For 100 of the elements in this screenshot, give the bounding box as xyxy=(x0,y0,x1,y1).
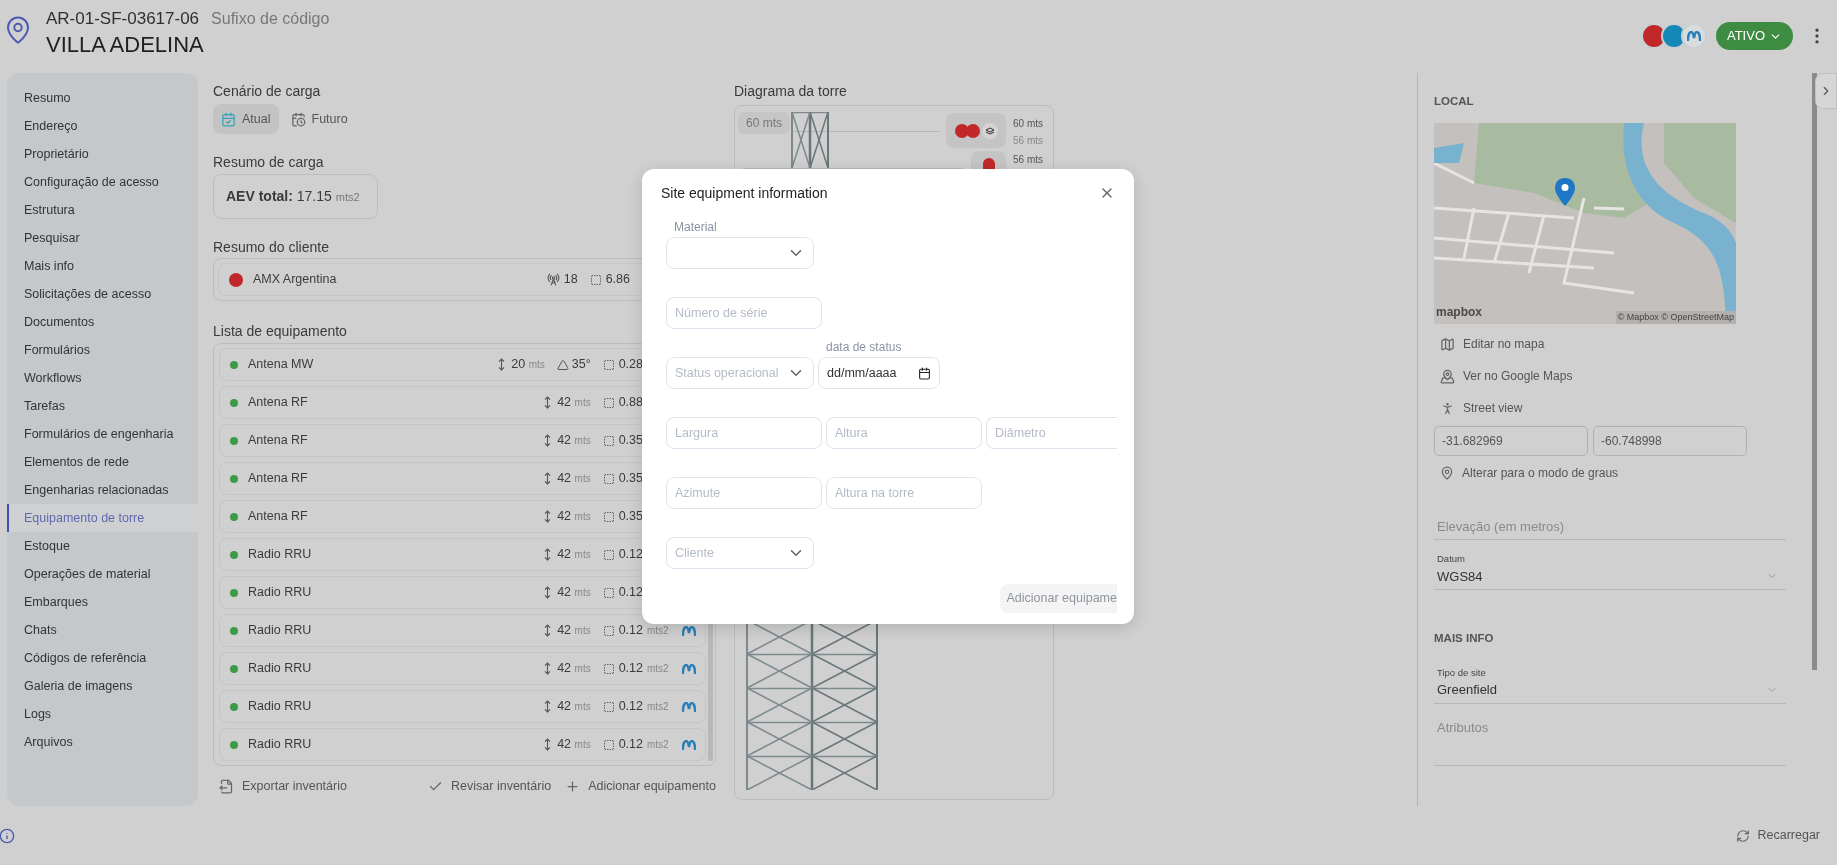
sidebar-item[interactable]: Elementos de rede xyxy=(7,448,198,476)
area-icon xyxy=(602,472,615,485)
degrees-mode-link[interactable]: Alterar para o modo de graus xyxy=(1434,464,1786,483)
scrollbar[interactable] xyxy=(1812,73,1817,670)
area-unit: mts2 xyxy=(647,738,669,752)
area-icon xyxy=(602,624,615,637)
sidebar-item[interactable]: Formulários xyxy=(7,336,198,364)
area-icon xyxy=(602,434,615,447)
section-title: Diagrama da torre xyxy=(734,82,848,99)
client-logo-icon xyxy=(966,123,980,138)
area-value: 0.12 xyxy=(618,584,643,602)
list-action-button[interactable]: Adicionar equipamento xyxy=(565,776,716,796)
sidebar-item[interactable]: Estoque xyxy=(7,532,198,560)
sidebar-item[interactable]: Galeria de imagens xyxy=(7,672,198,700)
equipment-name: Antena RF xyxy=(248,508,308,526)
reload-button[interactable]: Recarregar xyxy=(1736,826,1820,845)
aev-total-text: AEV total: 17.15 mts2 xyxy=(226,187,360,206)
height-value: 42 mts xyxy=(557,470,591,488)
sidebar-item[interactable]: Engenharias relacionadas xyxy=(7,476,198,504)
sidebar-item[interactable]: Estrutura xyxy=(7,196,198,224)
level-height-label: 56 mts xyxy=(1013,153,1043,167)
site-title: VILLA ADELINA xyxy=(46,31,205,58)
map-link[interactable]: Editar no mapa xyxy=(1434,328,1786,361)
field-label: data de status xyxy=(825,340,902,354)
area-value: 0.12 xyxy=(618,698,643,716)
height-value: 42 mts xyxy=(557,394,591,412)
client-logo-icon xyxy=(229,272,243,287)
sidebar-item[interactable]: Operações de material xyxy=(7,560,198,588)
antenna-icon xyxy=(546,273,560,286)
equipment-row[interactable]: Radio RRU 42 mts 0.12 mts2 xyxy=(219,728,706,761)
sidebar-item[interactable]: Documentos xyxy=(7,308,198,336)
layers-icon xyxy=(982,122,998,139)
calendar-icon xyxy=(290,111,306,127)
height-value: 42 mts xyxy=(557,698,591,716)
collapse-panel-button[interactable] xyxy=(1815,73,1837,109)
area-unit: mts2 xyxy=(647,662,669,676)
section-title: Lista de equipamento xyxy=(213,322,348,339)
calendar-icon xyxy=(918,366,931,380)
equipment-row[interactable]: Radio RRU 42 mts 0.12 mts2 xyxy=(219,652,706,685)
map-panel[interactable]: mapbox © Mapbox © OpenStreetMap xyxy=(1434,123,1736,325)
latitude-field[interactable]: -31.682969 xyxy=(1434,426,1588,457)
area-value: 0.12 xyxy=(618,660,643,678)
area-icon xyxy=(602,548,615,561)
antenna-count: 18 xyxy=(563,271,578,289)
info-icon[interactable] xyxy=(0,827,15,844)
export-icon xyxy=(219,778,234,794)
map-pin-icon xyxy=(1440,368,1455,384)
sidebar-item[interactable]: Formulários de engenharia xyxy=(7,420,198,448)
equipment-row[interactable]: Radio RRU 42 mts 0.12 mts2 xyxy=(219,690,706,723)
datum-select[interactable]: Datum WGS84 xyxy=(1434,552,1786,591)
equipment-name: Antena MW xyxy=(248,356,314,374)
sidebar-item[interactable]: Workflows xyxy=(7,364,198,392)
height-chip: 60 mts xyxy=(738,112,790,134)
refresh-icon[interactable] xyxy=(1736,828,1751,843)
height-value: 42 mts xyxy=(557,432,591,450)
area-icon xyxy=(602,738,615,751)
sidebar-item[interactable]: Tarefas xyxy=(7,392,198,420)
area-value: 0.35 xyxy=(618,432,643,450)
list-action-button[interactable]: Exportar inventário xyxy=(219,776,347,796)
scenario-tab[interactable]: Atual xyxy=(213,104,279,134)
height-value: 42 mts xyxy=(557,660,591,678)
sidebar-item[interactable]: Arquivos xyxy=(7,728,198,756)
area-icon xyxy=(589,273,602,286)
area-value: 6.86 xyxy=(605,271,630,289)
area-value: 0.88 xyxy=(618,394,643,412)
status-dropdown[interactable]: ATIVO xyxy=(1715,22,1793,50)
sidebar-item[interactable]: Pesquisar xyxy=(7,224,198,252)
sidebar-item[interactable]: Logs xyxy=(7,700,198,728)
sidebar-item[interactable]: Chats xyxy=(7,616,198,644)
dialog-title: Site equipment information xyxy=(661,183,828,203)
equipment-name: Antena RF xyxy=(248,432,308,450)
sidebar-item[interactable]: Configuração de acesso xyxy=(7,168,198,196)
list-action-button[interactable]: Revisar inventário xyxy=(428,776,552,796)
sidebar-item[interactable]: Proprietário xyxy=(7,140,198,168)
sidebar-item[interactable]: Solicitações de acesso xyxy=(7,280,198,308)
height-value: 20 mts xyxy=(511,356,545,374)
sidebar-item[interactable]: Endereço xyxy=(7,112,198,140)
select-field[interactable] xyxy=(666,237,814,269)
equipment-name: Radio RRU xyxy=(248,736,312,754)
site-code: AR-01-SF-03617-06 xyxy=(46,8,200,30)
sidebar-item[interactable]: Códigos de referência xyxy=(7,644,198,672)
map-logo: mapbox xyxy=(1436,304,1482,322)
date-field[interactable]: dd/mm/aaaa xyxy=(818,357,940,389)
equipment-bubble[interactable] xyxy=(971,151,1006,169)
map-link[interactable]: Street view xyxy=(1434,392,1786,425)
area-unit: mts2 xyxy=(647,700,669,714)
sidebar-item[interactable]: Embarques xyxy=(7,588,198,616)
map-link[interactable]: Ver no Google Maps xyxy=(1434,360,1786,393)
site-type-select[interactable]: Tipo de site Greenfield xyxy=(1434,665,1786,704)
scenario-tab[interactable]: Futuro xyxy=(282,104,356,134)
equipment-bubble[interactable] xyxy=(946,113,1006,148)
area-icon xyxy=(602,662,615,675)
calendar-icon xyxy=(221,111,236,127)
client-name: AMX Argentina xyxy=(253,271,337,289)
sidebar-item[interactable]: Resumo xyxy=(7,84,198,112)
height-value: 42 mts xyxy=(557,584,591,602)
longitude-field[interactable]: -60.748998 xyxy=(1593,426,1747,457)
plus-icon xyxy=(565,778,581,794)
sidebar-item[interactable]: Mais info xyxy=(7,252,198,280)
height-value: 42 mts xyxy=(557,622,591,640)
